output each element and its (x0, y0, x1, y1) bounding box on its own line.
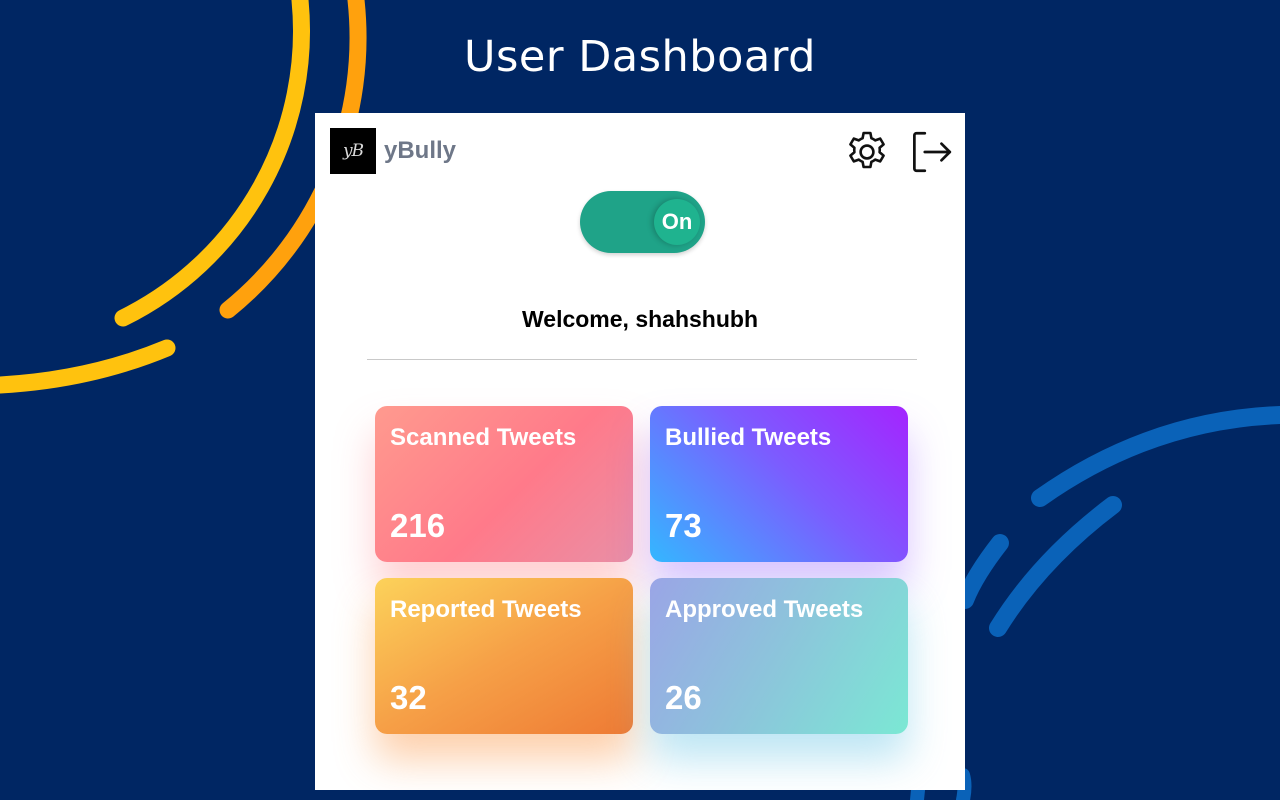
gear-icon (849, 131, 885, 169)
blue-arc-inner (956, 534, 1009, 609)
extension-popup: yB yBully On Welcome, shahshubh Scanned (315, 113, 965, 790)
card-title: Scanned Tweets (390, 424, 577, 451)
brand: yB yBully (330, 128, 456, 174)
toggle-label: On (661, 209, 693, 234)
brand-name: yBully (384, 137, 457, 164)
blue-arc-outer (1031, 406, 1280, 507)
extension-toggle[interactable]: On (580, 191, 705, 253)
reported-tweets-card[interactable]: Reported Tweets 32 (375, 578, 633, 734)
card-title: Bullied Tweets (665, 424, 832, 451)
card-value: 32 (390, 679, 427, 716)
card-value: 26 (665, 679, 702, 716)
scanned-tweets-card[interactable]: Scanned Tweets 216 (375, 406, 633, 562)
page-title: User Dashboard (464, 32, 816, 82)
bullied-tweets-card[interactable]: Bullied Tweets 73 (650, 406, 908, 562)
logo: yB (330, 128, 376, 174)
card-value: 73 (665, 507, 702, 544)
logout-icon (913, 131, 952, 173)
welcome-message: Welcome, shahshubh (521, 306, 758, 332)
card-title: Reported Tweets (390, 596, 582, 623)
card-value: 216 (390, 507, 446, 544)
approved-tweets-card[interactable]: Approved Tweets 26 (650, 578, 908, 734)
logout-button[interactable] (905, 127, 955, 177)
yellow-arc-lower (0, 339, 176, 394)
blue-arc-middle (989, 496, 1122, 637)
card-title: Approved Tweets (665, 596, 864, 623)
stage: User Dashboard yB yBully On Welcome, sha (0, 0, 1280, 800)
toggle-knob: On (654, 199, 700, 245)
divider (367, 359, 917, 360)
settings-button[interactable] (842, 127, 892, 177)
